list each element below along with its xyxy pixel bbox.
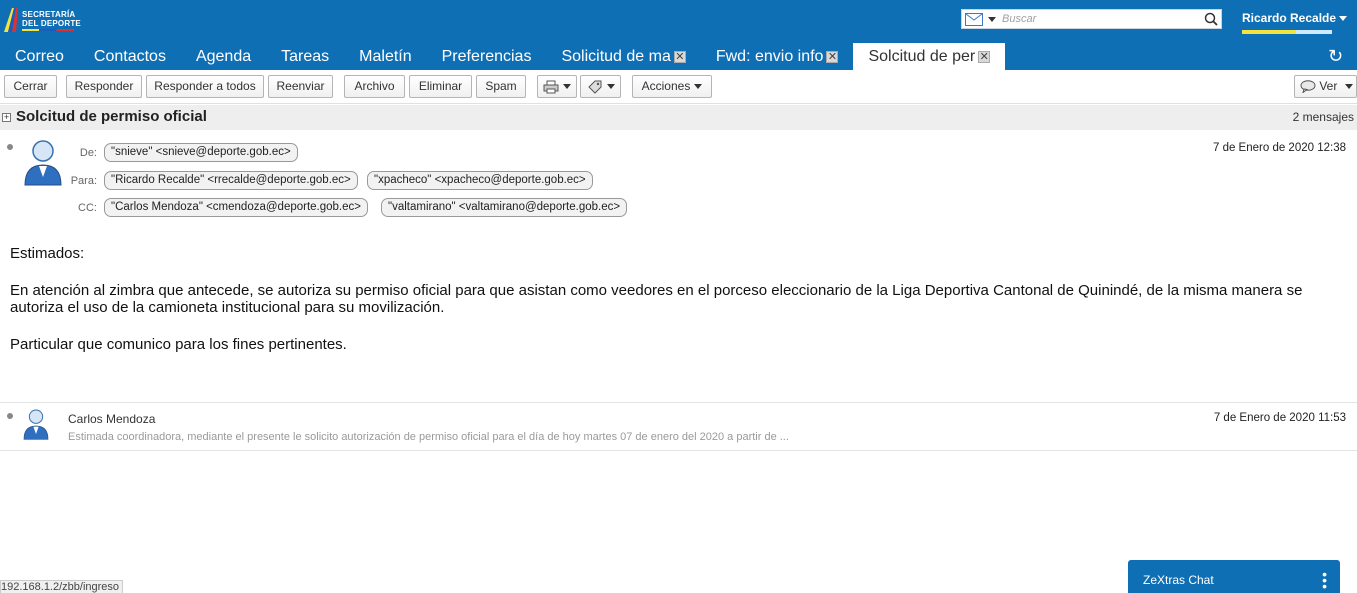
message-paragraph: En atención al zimbra que antecede, se a… <box>10 282 1303 316</box>
to-address-chip[interactable]: "xpacheco" <xpacheco@deporte.gob.ec> <box>367 171 593 190</box>
mail-icon[interactable] <box>965 13 983 26</box>
collapsed-message-sender: Carlos Mendoza <box>68 412 156 426</box>
printer-icon <box>543 80 559 94</box>
user-quota-bar <box>1242 30 1332 34</box>
reply-all-button[interactable]: Responder a todos <box>146 75 264 98</box>
tab-label: Solcitud de per <box>868 48 976 65</box>
tag-icon <box>587 80 601 94</box>
tab-label: Agenda <box>195 48 252 65</box>
cc-address-chip[interactable]: "valtamirano" <valtamirano@deporte.gob.e… <box>381 198 628 217</box>
secretaria-deporte-logo[interactable]: SECRETARÍA DEL DEPORTE <box>2 6 82 36</box>
app-tabs: Correo Contactos Agenda Tareas Maletín P… <box>0 43 1006 70</box>
chevron-down-icon <box>606 84 615 90</box>
view-menu-button[interactable]: Ver <box>1294 75 1357 98</box>
tab-preferencias[interactable]: Preferencias <box>427 43 547 70</box>
conversation-title: Solcitud de permiso oficial <box>16 108 207 125</box>
search-type-chevron-down-icon[interactable] <box>988 17 996 22</box>
tab-solicitud-de-ma[interactable]: Solicitud de ma ✕ <box>546 43 700 70</box>
tab-label: Preferencias <box>441 48 532 65</box>
message-greeting: Estimados: <box>10 245 85 262</box>
chat-panel[interactable]: ZeXtras Chat • • • <box>1128 560 1340 593</box>
status-bar-url: 192.168.1.2/zbb/ingreso <box>0 580 124 593</box>
chevron-down-icon <box>563 84 571 90</box>
tab-contactos[interactable]: Contactos <box>79 43 181 70</box>
delete-button[interactable]: Eliminar <box>409 75 472 98</box>
chat-title: ZeXtras Chat <box>1143 573 1214 587</box>
tab-label: Tareas <box>281 48 330 65</box>
tab-label: Maletín <box>359 48 412 65</box>
message-divider <box>0 450 1357 451</box>
user-menu[interactable]: Ricardo Recalde <box>1242 11 1336 25</box>
reply-button[interactable]: Responder <box>66 75 142 98</box>
print-menu-button[interactable] <box>537 75 577 98</box>
read-status-dot[interactable] <box>7 413 13 419</box>
collapsed-message-snippet: Estimada coordinadora, mediante el prese… <box>68 431 789 443</box>
tab-tareas[interactable]: Tareas <box>266 43 344 70</box>
chevron-down-icon <box>694 84 703 90</box>
tab-label: Fwd: envio info <box>715 48 824 65</box>
message-paragraph: Particular que comunico para los fines p… <box>10 336 347 353</box>
message-divider <box>0 402 1357 403</box>
app-header: SECRETARÍA DEL DEPORTE Ricardo Recalde C… <box>0 0 1357 70</box>
message-count: 2 mensajes <box>1292 110 1354 124</box>
tab-label: Correo <box>15 48 64 65</box>
to-label: Para: <box>70 175 97 187</box>
tab-label: Solicitud de ma <box>561 48 671 65</box>
expand-conversation-icon[interactable]: + <box>2 113 11 122</box>
tab-maletin[interactable]: Maletín <box>344 43 426 70</box>
search-box <box>961 9 1222 29</box>
chevron-down-icon <box>1345 84 1354 90</box>
tab-label: Contactos <box>93 48 166 65</box>
tag-menu-button[interactable] <box>580 75 621 98</box>
archive-button[interactable]: Archivo <box>344 75 405 98</box>
actions-menu-button[interactable]: Acciones <box>632 75 712 98</box>
message-date: 7 de Enero de 2020 12:38 <box>1212 142 1346 154</box>
cc-address-chip[interactable]: "Carlos Mendoza" <cmendoza@deporte.gob.e… <box>104 198 368 217</box>
from-label: De: <box>79 147 97 159</box>
conversation-header: + Solcitud de permiso oficial 2 mensajes <box>0 105 1357 130</box>
sender-avatar <box>23 409 49 440</box>
forward-button[interactable]: Reenviar <box>268 75 333 98</box>
message-toolbar: Cerrar Responder Responder a todos Reenv… <box>0 70 1357 104</box>
tab-correo[interactable]: Correo <box>0 43 79 70</box>
cc-label: CC: <box>78 202 97 214</box>
refresh-icon[interactable]: ↻ <box>1328 46 1343 67</box>
collapsed-message-date: 7 de Enero de 2020 11:53 <box>1213 412 1346 424</box>
logo-line-2: DEL DEPORTE <box>22 19 81 28</box>
from-address-chip[interactable]: "snieve" <snieve@deporte.gob.ec> <box>104 143 298 162</box>
close-button[interactable]: Cerrar <box>4 75 57 98</box>
tab-solcitud-de-per[interactable]: Solcitud de per ✕ <box>853 43 1006 70</box>
read-status-dot[interactable] <box>7 144 13 150</box>
tab-fwd-envio-info[interactable]: Fwd: envio info ✕ <box>701 43 854 70</box>
close-tab-icon[interactable]: ✕ <box>673 50 686 63</box>
view-label: Ver <box>1319 79 1338 93</box>
kebab-menu-icon[interactable]: • • • <box>1322 567 1327 593</box>
logo-text: SECRETARÍA DEL DEPORTE <box>22 10 81 31</box>
close-tab-icon[interactable]: ✕ <box>826 50 839 63</box>
flag-emblem-icon <box>4 8 18 32</box>
close-tab-icon[interactable]: ✕ <box>978 50 991 63</box>
user-menu-chevron-down-icon[interactable] <box>1339 16 1347 21</box>
actions-label: Acciones <box>641 79 691 93</box>
tab-agenda[interactable]: Agenda <box>181 43 266 70</box>
search-icon[interactable] <box>1204 12 1218 26</box>
spam-button[interactable]: Spam <box>476 75 526 98</box>
search-input[interactable] <box>1002 11 1202 27</box>
to-address-chip[interactable]: "Ricardo Recalde" <rrecalde@deporte.gob.… <box>104 171 358 190</box>
logo-line-1: SECRETARÍA <box>22 10 76 19</box>
speech-bubble-icon <box>1300 80 1316 95</box>
